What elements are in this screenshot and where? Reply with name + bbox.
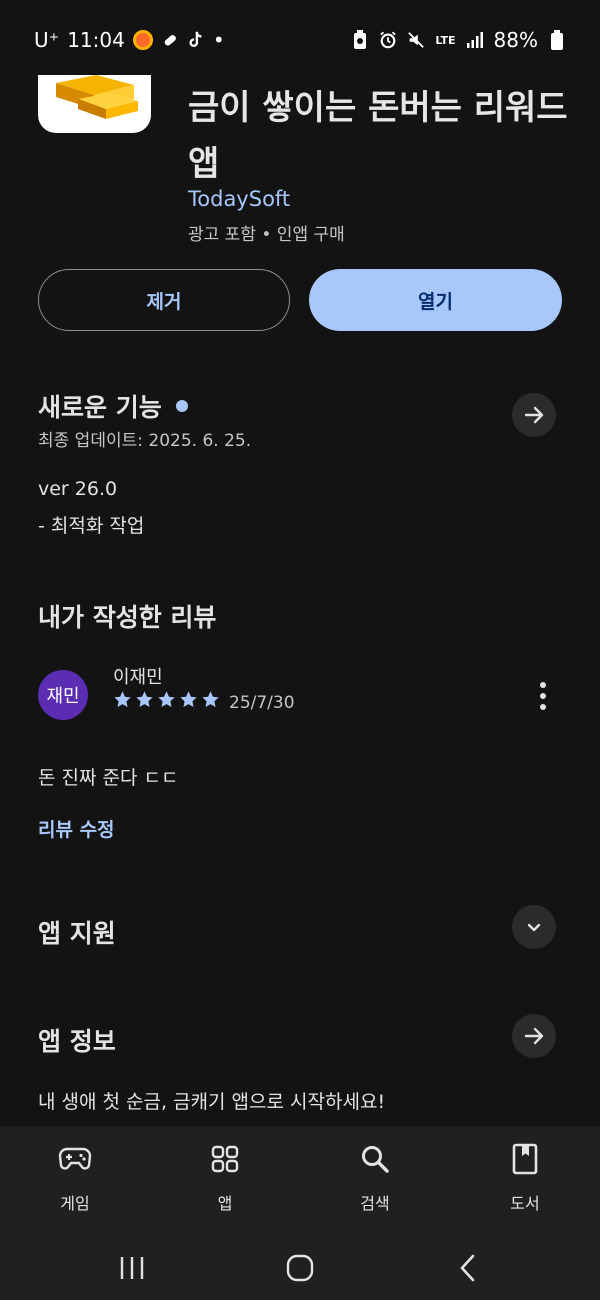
- more-options-button[interactable]: [528, 678, 558, 714]
- whats-new-title: 새로운 기능: [38, 393, 162, 422]
- review-text: 돈 진짜 준다 ㄷㄷ: [38, 767, 179, 789]
- more-dot: [540, 704, 546, 710]
- star-icon: [180, 691, 197, 708]
- nav-books-label: 도서: [510, 1194, 540, 1213]
- nav-games[interactable]: 게임: [0, 1126, 150, 1236]
- app-description: 내 생애 첫 순금, 금캐기 앱으로 시작하세요!: [38, 1091, 386, 1113]
- mute-icon: [407, 31, 425, 49]
- home-button[interactable]: [270, 1244, 330, 1292]
- carrier-label: U⁺: [34, 28, 60, 52]
- battery-percent: 88%: [493, 28, 538, 52]
- star-icon: [158, 691, 175, 708]
- home-icon: [286, 1254, 314, 1282]
- status-more-dot: •: [212, 28, 225, 52]
- book-icon: [508, 1142, 542, 1176]
- more-dot: [540, 693, 546, 699]
- whats-new-header[interactable]: 새로운 기능: [38, 388, 188, 424]
- open-button[interactable]: 열기: [309, 269, 562, 331]
- recent-apps-icon: [120, 1257, 144, 1279]
- developer-link[interactable]: TodaySoft: [188, 187, 290, 211]
- star-icon: [136, 691, 153, 708]
- signal-icon: [466, 31, 484, 49]
- arrow-right-icon: [524, 1027, 544, 1045]
- last-update: 최종 업데이트: 2025. 6. 25.: [38, 431, 252, 451]
- more-dot: [540, 682, 546, 688]
- gamepad-icon: [58, 1142, 92, 1176]
- new-indicator-dot: [175, 400, 188, 412]
- pill-icon: [161, 31, 179, 49]
- alarm-icon: [379, 31, 397, 49]
- review-date: 25/7/30: [229, 693, 295, 713]
- app-support-expand-button[interactable]: [512, 905, 556, 949]
- nav-apps-label: 앱: [217, 1194, 233, 1213]
- reviewer-name: 이재민: [113, 667, 163, 688]
- star-icon: [114, 691, 131, 708]
- version-text: ver 26.0: [38, 478, 118, 500]
- nav-search-label: 검색: [360, 1194, 390, 1213]
- app-title: 금이 쌓이는 돈버는 리워드 앱: [188, 88, 568, 184]
- bottom-navigation: 게임 앱 검색 도서: [0, 1126, 600, 1236]
- uninstall-button[interactable]: 제거: [38, 269, 290, 331]
- update-note: - 최적화 작업: [38, 515, 145, 537]
- nav-books[interactable]: 도서: [450, 1126, 600, 1236]
- system-navigation-bar: [0, 1236, 600, 1300]
- battery-saver-icon: [351, 30, 369, 49]
- app-support-title[interactable]: 앱 지원: [38, 914, 116, 950]
- gold-bars-icon: [56, 75, 138, 119]
- star-icon: [202, 691, 219, 708]
- app-info-arrow-button[interactable]: [512, 1014, 556, 1058]
- chevron-down-icon: [527, 923, 541, 932]
- search-icon: [358, 1142, 392, 1176]
- arrow-right-icon: [524, 406, 544, 424]
- nav-games-label: 게임: [60, 1194, 90, 1213]
- apps-grid-icon: [208, 1142, 242, 1176]
- recent-apps-button[interactable]: [102, 1244, 162, 1292]
- app-info-title[interactable]: 앱 정보: [38, 1022, 116, 1058]
- whats-new-arrow-button[interactable]: [512, 393, 556, 437]
- my-review-title: 내가 작성한 리뷰: [38, 603, 217, 632]
- status-left: U⁺ 11:04 •: [34, 28, 225, 52]
- nav-apps[interactable]: 앱: [150, 1126, 300, 1236]
- notification-app-icon: [132, 30, 153, 50]
- network-type: LTE: [435, 33, 456, 47]
- tiktok-icon: [187, 31, 205, 49]
- status-bar: U⁺ 11:04 • LTE 88%: [0, 0, 600, 80]
- back-button[interactable]: [438, 1244, 498, 1292]
- status-time: 11:04: [67, 28, 125, 52]
- app-icon: [38, 75, 151, 133]
- nav-search[interactable]: 검색: [300, 1126, 450, 1236]
- app-meta: 광고 포함 • 인앱 구매: [188, 225, 345, 245]
- avatar: 재민: [38, 670, 88, 720]
- status-right: LTE 88%: [351, 28, 566, 52]
- star-rating: [113, 690, 220, 709]
- battery-icon: [548, 30, 566, 50]
- back-chevron-icon: [460, 1254, 475, 1282]
- edit-review-link[interactable]: 리뷰 수정: [38, 815, 115, 842]
